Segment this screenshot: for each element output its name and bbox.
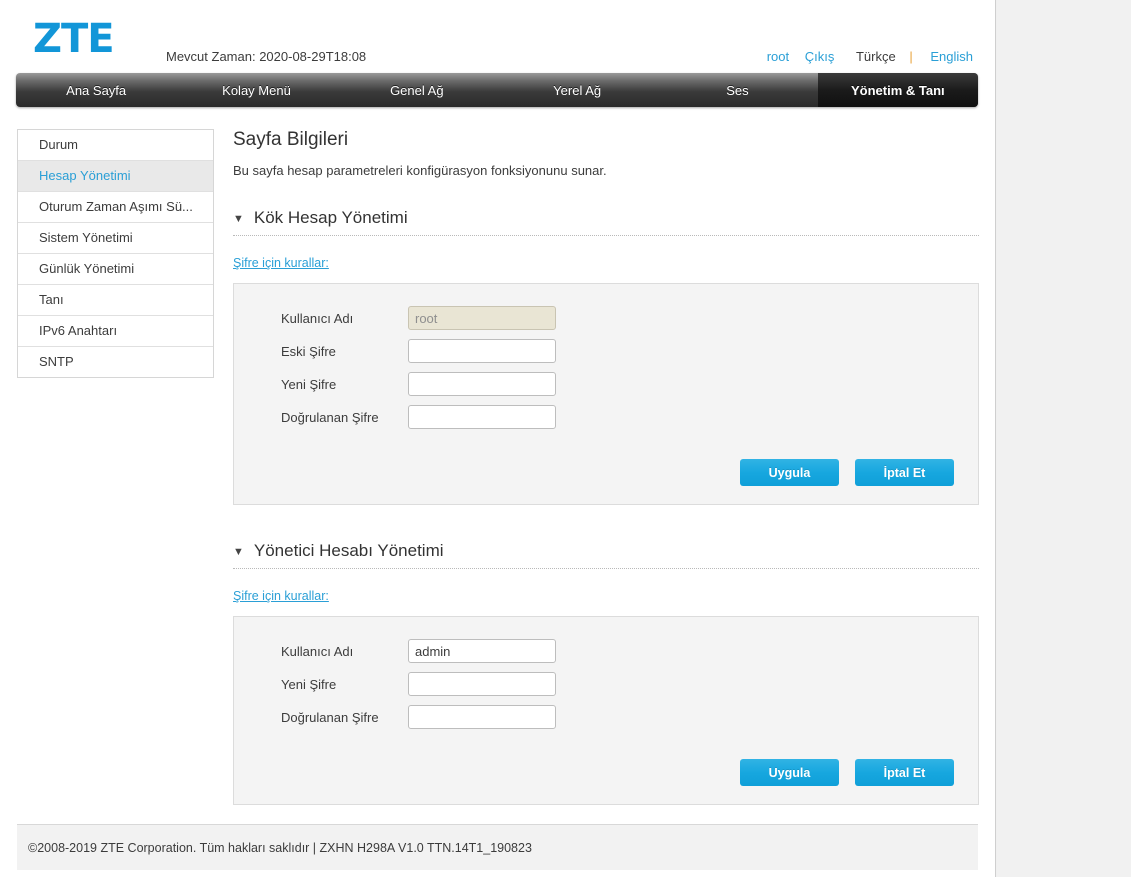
sidebar-item-session-timeout[interactable]: Oturum Zaman Aşımı Sü... [18,192,213,223]
main-navigation: Ana Sayfa Kolay Menü Genel Ağ Yerel Ağ S… [16,73,978,107]
section-header-admin-account[interactable]: ▼ Yönetici Hesabı Yönetimi [233,541,979,561]
nav-item-lan[interactable]: Yerel Ağ [497,73,657,107]
input-root-confirm-password[interactable] [408,405,556,429]
footer-copyright: ©2008-2019 ZTE Corporation. Tüm hakları … [28,841,532,855]
current-user-link[interactable]: root [767,49,789,64]
root-account-form: Kullanıcı Adı Eski Şifre Yeni Şifre Doğr… [233,283,979,505]
content-area: Durum Hesap Yönetimi Oturum Zaman Aşımı … [0,107,995,817]
language-turkish[interactable]: Türkçe [856,49,896,64]
nav-item-wan[interactable]: Genel Ağ [337,73,497,107]
input-admin-username[interactable] [408,639,556,663]
header-links: root Çıkış Türkçe | English [755,49,973,64]
sidebar-item-diagnosis[interactable]: Tanı [18,285,213,316]
browser-viewport: ZTE Mevcut Zaman: 2020-08-29T18:08 root … [0,0,1131,877]
current-time-label: Mevcut Zaman: 2020-08-29T18:08 [166,49,367,64]
root-account-buttons: Uygula İptal Et [256,459,956,486]
nav-item-voice[interactable]: Ses [657,73,817,107]
label-root-old-password: Eski Şifre [281,343,336,359]
page-description: Bu sayfa hesap parametreleri konfigürasy… [233,163,607,178]
browser-background-right [997,0,1131,877]
input-root-old-password[interactable] [408,339,556,363]
input-admin-confirm-password[interactable] [408,705,556,729]
nav-item-management-diagnosis[interactable]: Yönetim & Tanı [817,73,978,107]
section-header-root-account[interactable]: ▼ Kök Hesap Yönetimi [233,208,979,228]
sidebar-item-sntp[interactable]: SNTP [18,347,213,377]
admin-account-buttons: Uygula İptal Et [256,759,956,786]
label-admin-new-password: Yeni Şifre [281,676,337,692]
label-root-new-password: Yeni Şifre [281,376,337,392]
main-panel: Sayfa Bilgileri Bu sayfa hesap parametre… [233,129,979,805]
zte-logo: ZTE [33,16,115,62]
form-row-admin-username: Kullanıcı Adı [256,639,956,663]
cancel-button-admin[interactable]: İptal Et [855,759,954,786]
chevron-down-icon[interactable]: ▼ [233,546,244,558]
sidebar-item-status[interactable]: Durum [18,130,213,161]
form-row-admin-confirm-password: Doğrulanan Şifre [256,705,956,729]
apply-button-root[interactable]: Uygula [740,459,839,486]
label-root-username: Kullanıcı Adı [281,310,354,326]
label-admin-confirm-password: Doğrulanan Şifre [281,709,379,725]
password-rules-link-root[interactable]: Şifre için kurallar: [233,256,329,270]
form-row-root-confirm-password: Doğrulanan Şifre [256,405,956,429]
language-separator: | [909,49,913,64]
section-title-admin-account: Yönetici Hesabı Yönetimi [253,541,444,560]
page-header: ZTE Mevcut Zaman: 2020-08-29T18:08 root … [0,0,995,76]
sidebar-item-ipv6-switch[interactable]: IPv6 Anahtarı [18,316,213,347]
section-title-root-account: Kök Hesap Yönetimi [253,208,408,227]
form-row-root-username: Kullanıcı Adı [256,306,956,330]
apply-button-admin[interactable]: Uygula [740,759,839,786]
section-divider [233,568,979,569]
label-admin-username: Kullanıcı Adı [281,643,354,659]
chevron-down-icon[interactable]: ▼ [233,213,244,225]
input-root-new-password[interactable] [408,372,556,396]
password-rules-link-admin[interactable]: Şifre için kurallar: [233,589,329,603]
language-english[interactable]: English [930,49,973,64]
logout-link[interactable]: Çıkış [805,49,835,64]
sidebar-item-log-management[interactable]: Günlük Yönetimi [18,254,213,285]
section-divider [233,235,979,236]
admin-account-form: Kullanıcı Adı Yeni Şifre Doğrulanan Şifr… [233,616,979,805]
input-admin-new-password[interactable] [408,672,556,696]
input-root-username [408,306,556,330]
form-row-admin-new-password: Yeni Şifre [256,672,956,696]
nav-item-home[interactable]: Ana Sayfa [16,73,176,107]
page-footer: ©2008-2019 ZTE Corporation. Tüm hakları … [17,824,978,870]
sidebar-item-system-management[interactable]: Sistem Yönetimi [18,223,213,254]
page-title: Sayfa Bilgileri [233,129,349,150]
nav-item-easy-menu[interactable]: Kolay Menü [176,73,336,107]
router-admin-page: ZTE Mevcut Zaman: 2020-08-29T18:08 root … [0,0,996,877]
sidebar-menu: Durum Hesap Yönetimi Oturum Zaman Aşımı … [17,129,214,378]
cancel-button-root[interactable]: İptal Et [855,459,954,486]
sidebar-item-account-management[interactable]: Hesap Yönetimi [18,161,213,192]
label-root-confirm-password: Doğrulanan Şifre [281,409,379,425]
form-row-root-new-password: Yeni Şifre [256,372,956,396]
form-row-root-old-password: Eski Şifre [256,339,956,363]
